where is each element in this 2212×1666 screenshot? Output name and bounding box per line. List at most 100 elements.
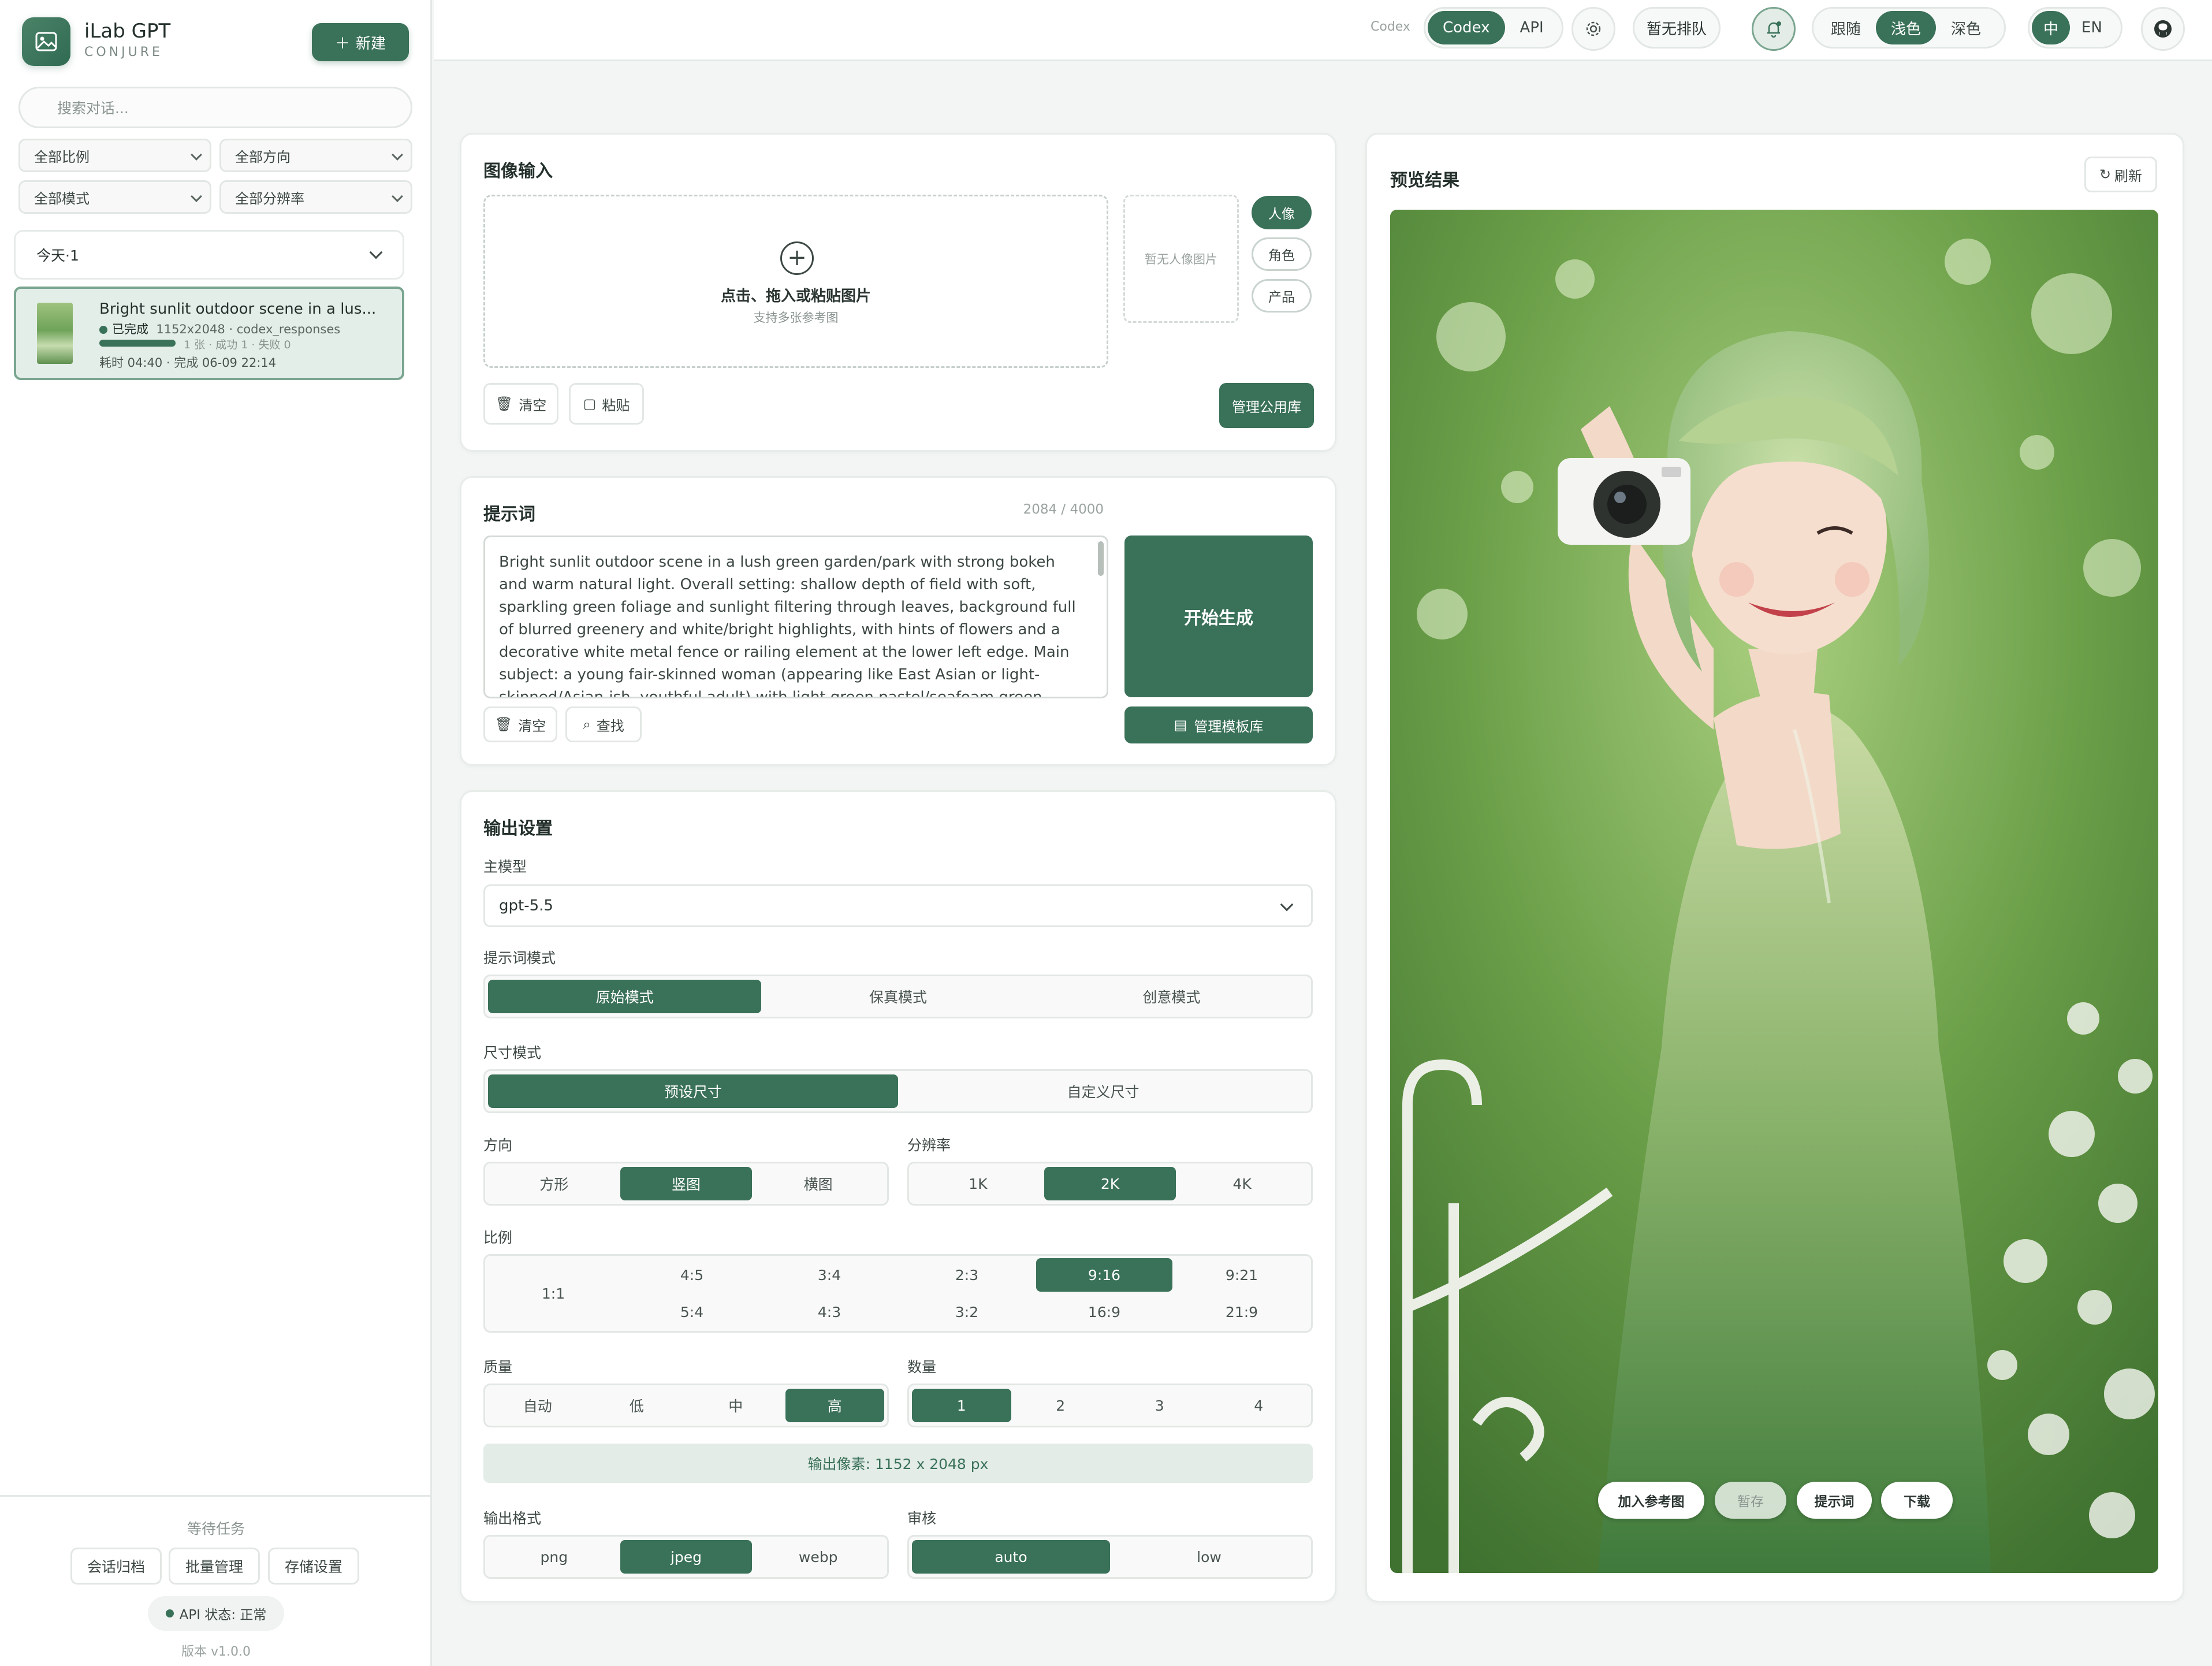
- count-3[interactable]: 3: [1110, 1389, 1209, 1422]
- ratio-4-3[interactable]: 4:3: [761, 1295, 898, 1329]
- count-4[interactable]: 4: [1209, 1389, 1309, 1422]
- ratio-3-4[interactable]: 3:4: [761, 1258, 898, 1292]
- refresh-button[interactable]: ↻ 刷新: [2084, 157, 2157, 192]
- quality-medium[interactable]: 中: [686, 1389, 785, 1422]
- clear-images-button[interactable]: 🗑 清空: [483, 383, 558, 425]
- theme-follow[interactable]: 跟随: [1816, 11, 1876, 44]
- app-subtitle: CONJURE: [84, 45, 163, 60]
- preview-image[interactable]: [1390, 210, 2158, 1573]
- model-select[interactable]: gpt-5.5: [483, 884, 1313, 927]
- resolution-4k[interactable]: 4K: [1176, 1167, 1308, 1200]
- resolution-2k[interactable]: 2K: [1044, 1167, 1176, 1200]
- notifications-button[interactable]: [1752, 7, 1796, 51]
- theme-light[interactable]: 浅色: [1876, 11, 1937, 44]
- chevron-down-icon: [191, 191, 202, 202]
- clear-prompt-label: 清空: [518, 717, 546, 734]
- paste-button[interactable]: ▢ 粘贴: [569, 383, 644, 425]
- filter-ratio[interactable]: 全部比例: [18, 139, 211, 172]
- prompt-mode-original[interactable]: 原始模式: [488, 980, 762, 1013]
- batch-manage-button[interactable]: 批量管理: [169, 1548, 260, 1585]
- manage-library-button[interactable]: 管理公用库: [1219, 383, 1314, 428]
- chip-portrait[interactable]: 人像: [1252, 196, 1312, 229]
- chip-product[interactable]: 产品: [1252, 279, 1312, 313]
- moderation-auto[interactable]: auto: [912, 1540, 1110, 1574]
- textarea-scrollbar[interactable]: [1098, 541, 1104, 576]
- ratio-16-9[interactable]: 16:9: [1036, 1295, 1172, 1329]
- resolution-1k[interactable]: 1K: [912, 1167, 1044, 1200]
- output-pixels: 输出像素: 1152 x 2048 px: [483, 1444, 1313, 1483]
- mode-api[interactable]: API: [1505, 11, 1559, 44]
- format-png[interactable]: png: [488, 1540, 620, 1574]
- drop-zone-text: 点击、拖入或粘贴图片: [720, 288, 871, 305]
- settings-button[interactable]: [1572, 7, 1615, 51]
- moderation-group: auto low: [907, 1535, 1313, 1579]
- github-icon: [2154, 20, 2172, 38]
- ratio-2-3[interactable]: 2:3: [899, 1258, 1035, 1292]
- filter-orientation[interactable]: 全部方向: [219, 139, 412, 172]
- size-mode-custom[interactable]: 自定义尺寸: [898, 1074, 1308, 1108]
- archive-button[interactable]: 会话归档: [70, 1548, 162, 1585]
- ratio-3-2[interactable]: 3:2: [899, 1295, 1035, 1329]
- new-chat-button[interactable]: ＋ 新建: [312, 23, 409, 61]
- document-icon: ▤: [1174, 717, 1187, 733]
- prompt-title: 提示词: [483, 504, 535, 525]
- find-button[interactable]: ⌕ 查找: [565, 706, 642, 742]
- manage-templates-button[interactable]: ▤ 管理模板库: [1124, 706, 1313, 743]
- ratio-4-5[interactable]: 4:5: [624, 1258, 760, 1292]
- drop-zone-hint: 支持多张参考图: [753, 311, 839, 325]
- orientation-portrait[interactable]: 竖图: [620, 1167, 753, 1200]
- chip-character[interactable]: 角色: [1252, 237, 1312, 271]
- history-group-today[interactable]: 今天·1: [14, 230, 404, 280]
- count-1[interactable]: 1: [912, 1389, 1011, 1422]
- size-mode-preset[interactable]: 预设尺寸: [488, 1074, 898, 1108]
- download-button[interactable]: 下载: [1881, 1482, 1953, 1519]
- view-prompt-button[interactable]: 提示词: [1797, 1482, 1872, 1519]
- count-2[interactable]: 2: [1011, 1389, 1111, 1422]
- filter-ratio-label: 全部比例: [34, 148, 90, 165]
- format-webp[interactable]: webp: [752, 1540, 884, 1574]
- ratio-group: 1:1 4:5 3:4 2:3 9:16 9:21 5:4 4:3 3:2 16…: [483, 1254, 1313, 1333]
- history-item[interactable]: Bright sunlit outdoor scene in a lus... …: [14, 287, 404, 380]
- orientation-group: 方形 竖图 横图: [483, 1162, 889, 1206]
- format-label: 输出格式: [483, 1510, 542, 1527]
- lang-zh[interactable]: 中: [2032, 11, 2071, 44]
- prompt-textarea[interactable]: Bright sunlit outdoor scene in a lush gr…: [483, 536, 1108, 698]
- clear-images-label: 清空: [519, 397, 547, 414]
- ratio-9-16[interactable]: 9:16: [1036, 1258, 1172, 1292]
- prompt-mode-faithful[interactable]: 保真模式: [761, 980, 1034, 1013]
- format-jpeg[interactable]: jpeg: [620, 1540, 753, 1574]
- paste-label: 粘贴: [602, 397, 630, 414]
- manage-templates-label: 管理模板库: [1194, 718, 1264, 735]
- history-counts: 1 张 · 成功 1 · 失败 0: [184, 339, 291, 351]
- prompt-mode-label: 提示词模式: [483, 950, 556, 966]
- ratio-5-4[interactable]: 5:4: [624, 1295, 760, 1329]
- lang-en[interactable]: EN: [2070, 11, 2114, 44]
- stash-button[interactable]: 暂存: [1715, 1482, 1786, 1519]
- ratio-1-1[interactable]: 1:1: [485, 1277, 621, 1310]
- orientation-square[interactable]: 方形: [488, 1167, 620, 1200]
- moderation-low[interactable]: low: [1110, 1540, 1308, 1574]
- ratio-21-9[interactable]: 21:9: [1174, 1295, 1310, 1329]
- prompt-card: 提示词 2084 / 4000 Bright sunlit outdoor sc…: [460, 476, 1336, 766]
- quality-auto[interactable]: 自动: [488, 1389, 587, 1422]
- generate-button[interactable]: 开始生成: [1124, 536, 1313, 697]
- theme-dark[interactable]: 深色: [1936, 11, 1996, 44]
- history-group-label: 今天·1: [36, 247, 79, 264]
- portrait-slot[interactable]: 暂无人像图片: [1123, 195, 1239, 323]
- quality-group: 自动 低 中 高: [483, 1384, 889, 1427]
- github-button[interactable]: [2141, 7, 2185, 51]
- prompt-mode-creative[interactable]: 创意模式: [1035, 980, 1308, 1013]
- history-meta: 1152x2048 · codex_responses: [156, 322, 341, 336]
- ratio-9-21[interactable]: 9:21: [1174, 1258, 1310, 1292]
- orientation-landscape[interactable]: 横图: [752, 1167, 884, 1200]
- filter-resolution[interactable]: 全部分辨率: [219, 180, 412, 214]
- mode-codex[interactable]: Codex: [1428, 11, 1505, 44]
- quality-high[interactable]: 高: [785, 1389, 884, 1422]
- image-drop-zone[interactable]: + 点击、拖入或粘贴图片 支持多张参考图: [483, 195, 1108, 368]
- storage-settings-button[interactable]: 存储设置: [268, 1548, 359, 1585]
- clear-prompt-button[interactable]: 🗑 清空: [483, 706, 557, 742]
- add-to-reference-button[interactable]: 加入参考图: [1598, 1482, 1704, 1519]
- quality-low[interactable]: 低: [587, 1389, 687, 1422]
- filter-mode[interactable]: 全部模式: [18, 180, 211, 214]
- search-input[interactable]: 搜索对话...: [18, 87, 412, 128]
